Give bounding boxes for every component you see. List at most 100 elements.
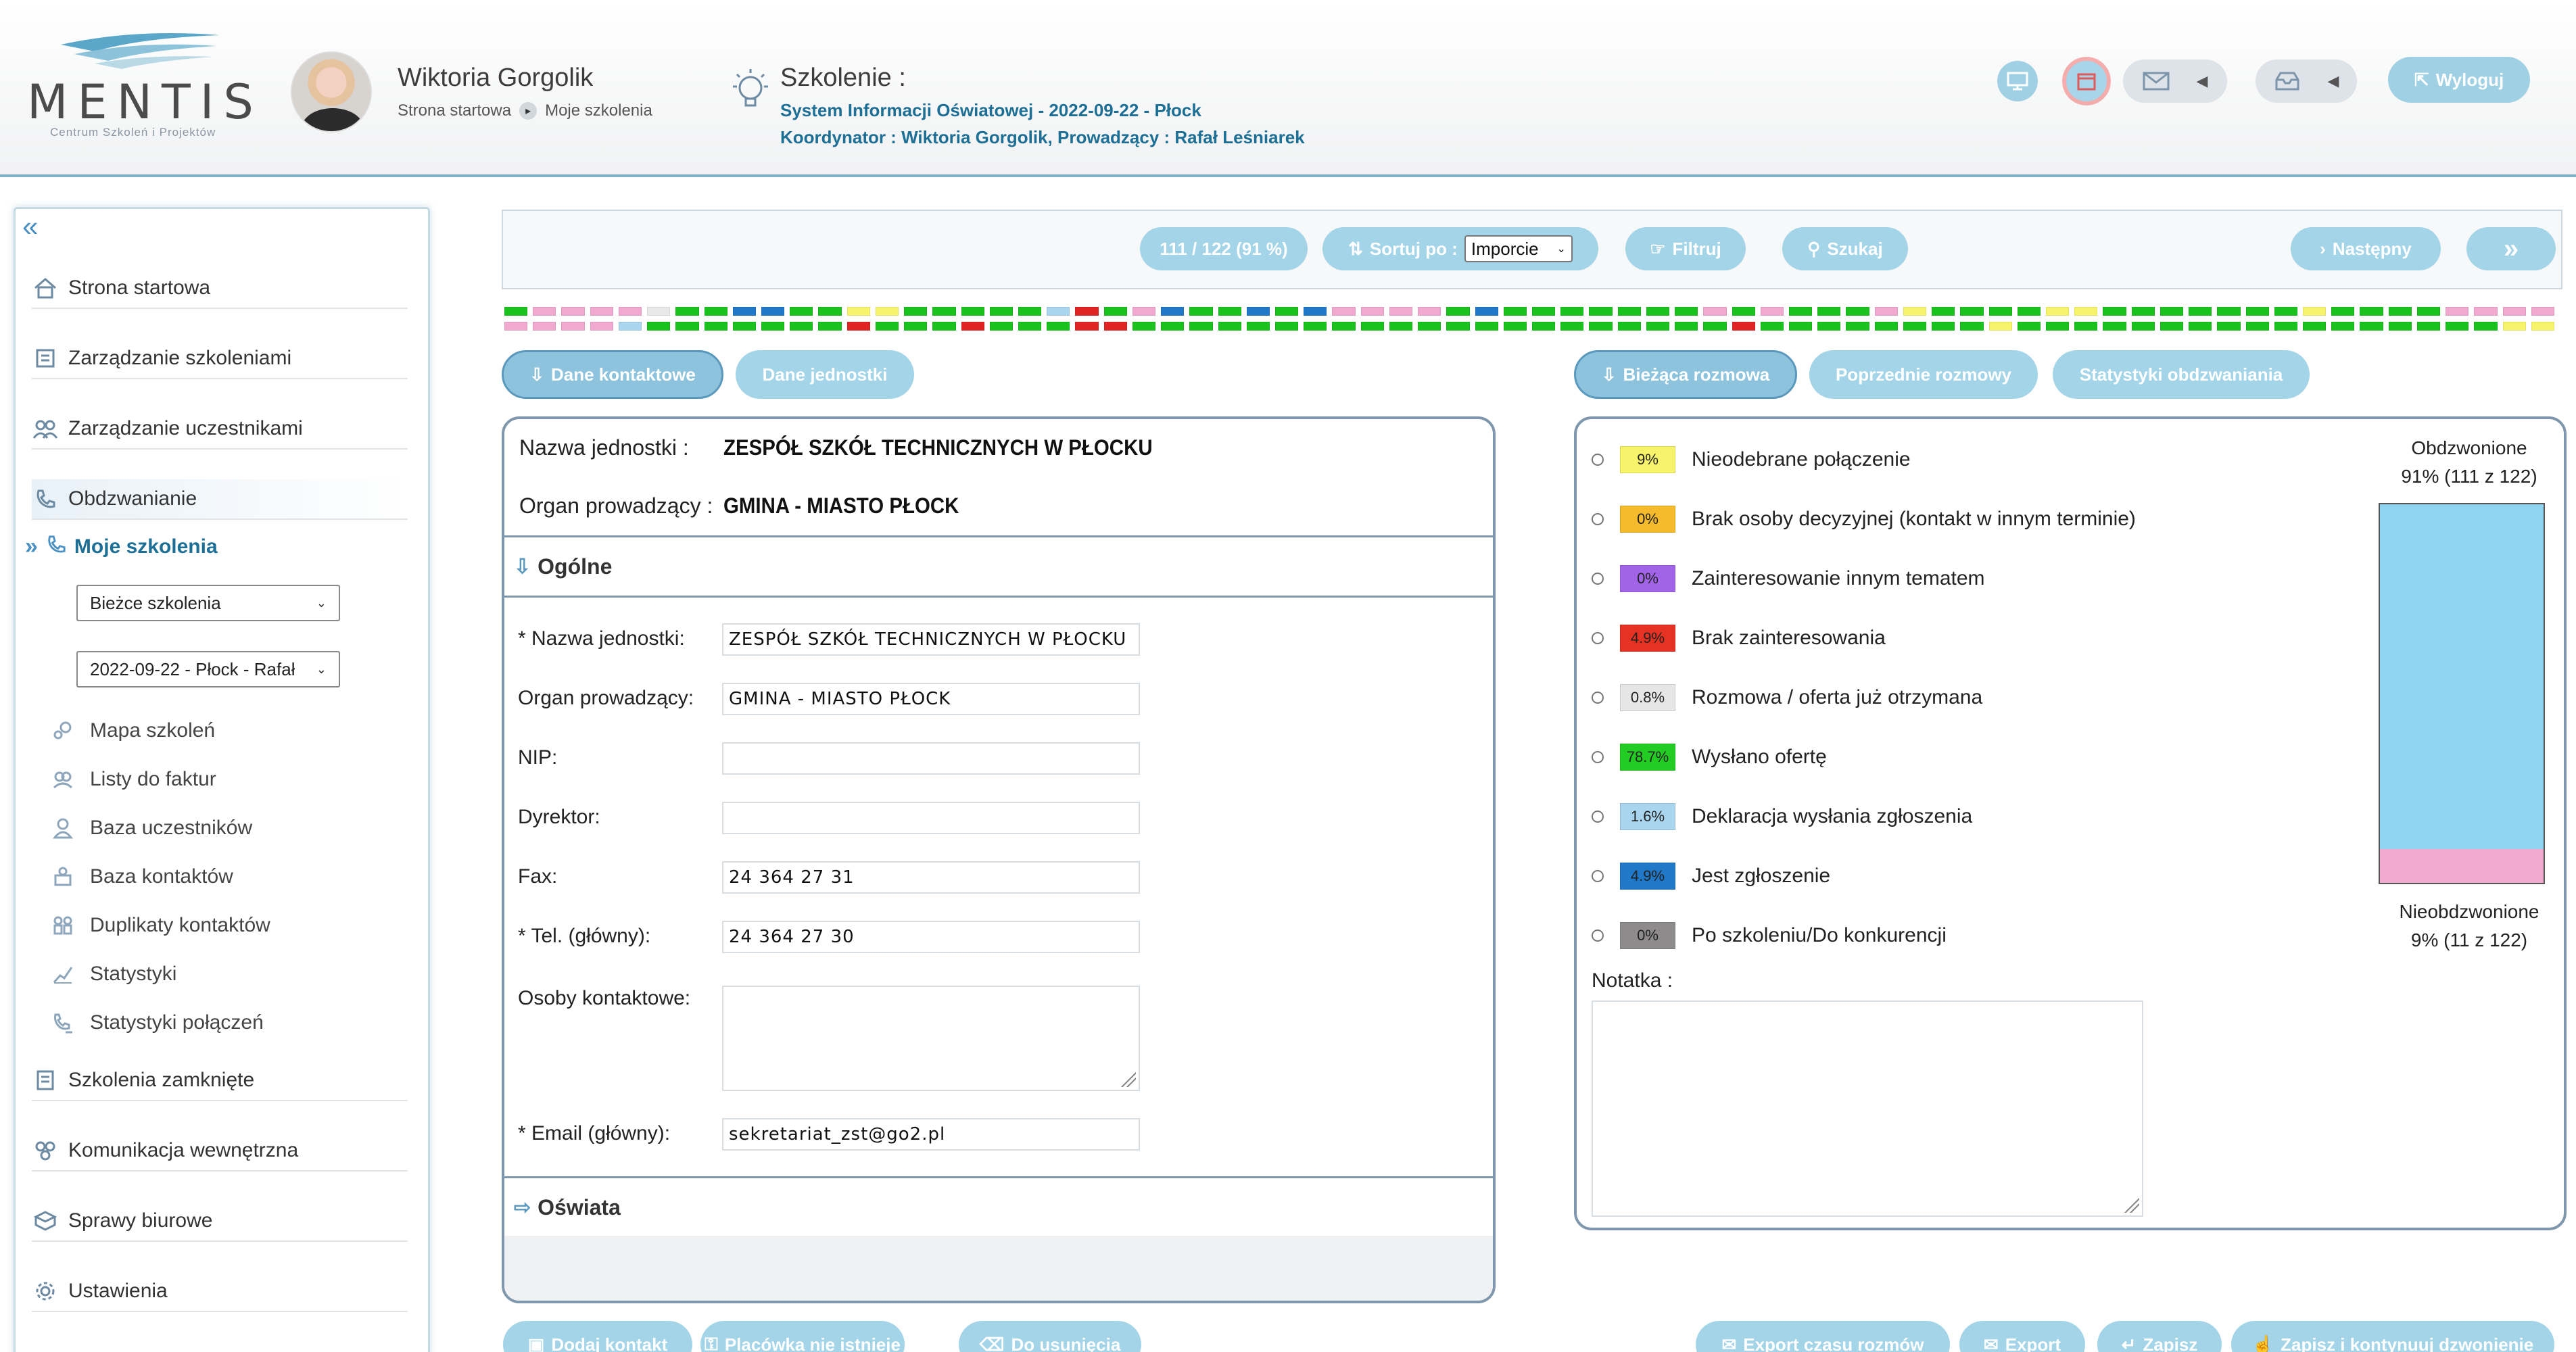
section-education[interactable]: ⇨ Oświata [504, 1176, 1493, 1238]
contact-progress-cell[interactable] [732, 322, 756, 331]
contact-progress-cell[interactable] [1617, 322, 1641, 331]
sidebar-subitem-invoices[interactable]: Listy do faktur [49, 766, 216, 793]
phone-field[interactable]: 24 364 27 30 [722, 921, 1140, 953]
contact-progress-cell[interactable] [1932, 322, 1955, 331]
contact-progress-cell[interactable] [2531, 307, 2554, 316]
contact-progress-cell[interactable] [1332, 322, 1356, 331]
contact-progress-cell[interactable] [732, 307, 756, 316]
name-field[interactable]: ZESPÓŁ SZKÓŁ TECHNICZNYCH W PŁOCKU [722, 623, 1140, 656]
contact-progress-cell[interactable] [1589, 322, 1613, 331]
contact-progress-cell[interactable] [932, 322, 956, 331]
mail-icon[interactable] [2143, 72, 2170, 91]
contact-progress-cell[interactable] [1960, 322, 1984, 331]
contact-progress-cell[interactable] [818, 322, 842, 331]
sidebar-item-settings[interactable]: Ustawienia [32, 1272, 408, 1312]
contact-progress-cell[interactable] [1817, 307, 1841, 316]
training-scope-select[interactable]: Bieżce szkolenia ⌄ [76, 585, 340, 621]
contact-progress-cell[interactable] [2074, 322, 2098, 331]
contact-progress-cell[interactable] [846, 307, 870, 316]
contact-progress-cell[interactable] [2303, 307, 2327, 316]
sort-control[interactable]: ⇅ Sortuj po : Imporcie ⌄ [1322, 227, 1598, 270]
contact-progress-cell[interactable] [818, 307, 842, 316]
contact-progress-cell[interactable] [1932, 307, 1955, 316]
contacts-field[interactable] [722, 986, 1140, 1091]
contact-progress-cell[interactable] [1503, 307, 1527, 316]
contact-progress-cell[interactable] [1275, 322, 1299, 331]
contact-progress-cell[interactable] [2502, 307, 2526, 316]
training-select[interactable]: 2022-09-22 - Płock - Rafał ⌄ [76, 651, 340, 687]
contact-progress-cell[interactable] [1732, 322, 1755, 331]
export-call-time-button[interactable]: ✉ Export czasu rozmów [1696, 1321, 1950, 1352]
monitor-icon[interactable] [1997, 61, 2038, 101]
contact-progress-cell[interactable] [904, 322, 928, 331]
collapse-sidebar-icon[interactable]: « [22, 210, 38, 243]
call-status-option[interactable]: 4.9% Brak zainteresowania [1592, 622, 1886, 654]
course-name[interactable]: System Informacji Oświatowej - 2022-09-2… [780, 100, 1201, 121]
sort-select[interactable]: Imporcie ⌄ [1464, 235, 1573, 262]
contact-progress-cell[interactable] [932, 307, 956, 316]
contact-progress-cell[interactable] [1646, 322, 1670, 331]
contact-progress-cell[interactable] [1760, 322, 1784, 331]
contact-progress-cell[interactable] [2274, 307, 2297, 316]
contact-progress-cell[interactable] [761, 307, 785, 316]
radio-button[interactable] [1592, 632, 1604, 644]
contact-progress-cell[interactable] [1846, 322, 1869, 331]
contact-progress-cell[interactable] [961, 307, 984, 316]
contact-progress-cell[interactable] [1646, 307, 1670, 316]
fax-field[interactable]: 24 364 27 31 [722, 861, 1140, 894]
avatar[interactable] [291, 51, 372, 132]
contact-progress-cell[interactable] [561, 322, 585, 331]
call-status-option[interactable]: 0% Zainteresowanie innym tematem [1592, 562, 1985, 595]
contact-progress-cell[interactable] [2245, 322, 2269, 331]
contact-progress-cell[interactable] [989, 307, 1013, 316]
radio-button[interactable] [1592, 930, 1604, 942]
sidebar-subitem-duplicates[interactable]: Duplikaty kontaktów [49, 912, 270, 939]
nip-field[interactable] [722, 742, 1140, 775]
call-status-option[interactable]: 1.6% Deklaracja wysłania zgłoszenia [1592, 800, 1972, 833]
contact-progress-cell[interactable] [2388, 322, 2412, 331]
radio-button[interactable] [1592, 811, 1604, 823]
contact-progress-cell[interactable] [1246, 322, 1270, 331]
contact-progress-cell[interactable] [1047, 322, 1070, 331]
contact-progress-cell[interactable] [1446, 307, 1470, 316]
contact-progress-cell[interactable] [1047, 307, 1070, 316]
call-status-option[interactable]: 0% Po szkoleniu/Do konkurencji [1592, 919, 1947, 952]
contact-progress-cell[interactable] [2416, 322, 2441, 331]
contact-progress-cell[interactable] [1418, 307, 1441, 316]
contact-progress-cell[interactable] [704, 322, 728, 331]
mail-menu[interactable]: ◀ [2123, 59, 2227, 103]
filter-button[interactable]: ☞ Filtruj [1625, 227, 1746, 270]
contact-progress-cell[interactable] [1360, 307, 1384, 316]
inbox-menu[interactable]: ◀ [2256, 59, 2357, 103]
sidebar-item-office[interactable]: Sprawy biurowe [32, 1201, 408, 1242]
contact-progress-cell[interactable] [675, 322, 699, 331]
inbox-icon[interactable] [2274, 70, 2301, 92]
organ-field[interactable]: GMINA - MIASTO PŁOCK [722, 683, 1140, 715]
sidebar-item-my-trainings[interactable]: » Moje szkolenia [25, 533, 218, 560]
contact-progress-cell[interactable] [561, 307, 585, 316]
sidebar-item-participants[interactable]: Zarządzanie uczestnikami [32, 409, 408, 450]
contact-progress-cell[interactable] [2217, 307, 2241, 316]
facility-not-exists-button[interactable]: ⚿ Placówka nie istnieje [700, 1321, 905, 1352]
contact-progress-cell[interactable] [1389, 307, 1413, 316]
contact-progress-cell[interactable] [1018, 322, 1042, 331]
contact-progress-cell[interactable] [533, 322, 556, 331]
next-button[interactable]: › Następny [2291, 227, 2441, 270]
contact-progress-cell[interactable] [846, 322, 870, 331]
sidebar-item-home[interactable]: Strona startowa [32, 268, 408, 309]
contact-progress-cell[interactable] [590, 307, 613, 316]
contact-progress-cell[interactable] [2502, 322, 2526, 331]
director-field[interactable] [722, 802, 1140, 834]
contact-progress-cell[interactable] [1503, 322, 1527, 331]
radio-button[interactable] [1592, 692, 1604, 704]
contact-progress-cell[interactable] [2331, 322, 2355, 331]
export-button[interactable]: ✉ Export [1959, 1321, 2085, 1352]
contact-progress-cell[interactable] [1960, 307, 1984, 316]
contact-progress-cell[interactable] [1132, 307, 1156, 316]
contact-progress-cell[interactable] [1018, 307, 1042, 316]
contact-progress-cell[interactable] [1103, 322, 1127, 331]
contact-progress-cell[interactable] [761, 322, 785, 331]
contact-progress-cell[interactable] [2160, 322, 2184, 331]
contact-progress-cell[interactable] [2217, 322, 2241, 331]
breadcrumb-current[interactable]: Moje szkolenia [545, 101, 652, 120]
